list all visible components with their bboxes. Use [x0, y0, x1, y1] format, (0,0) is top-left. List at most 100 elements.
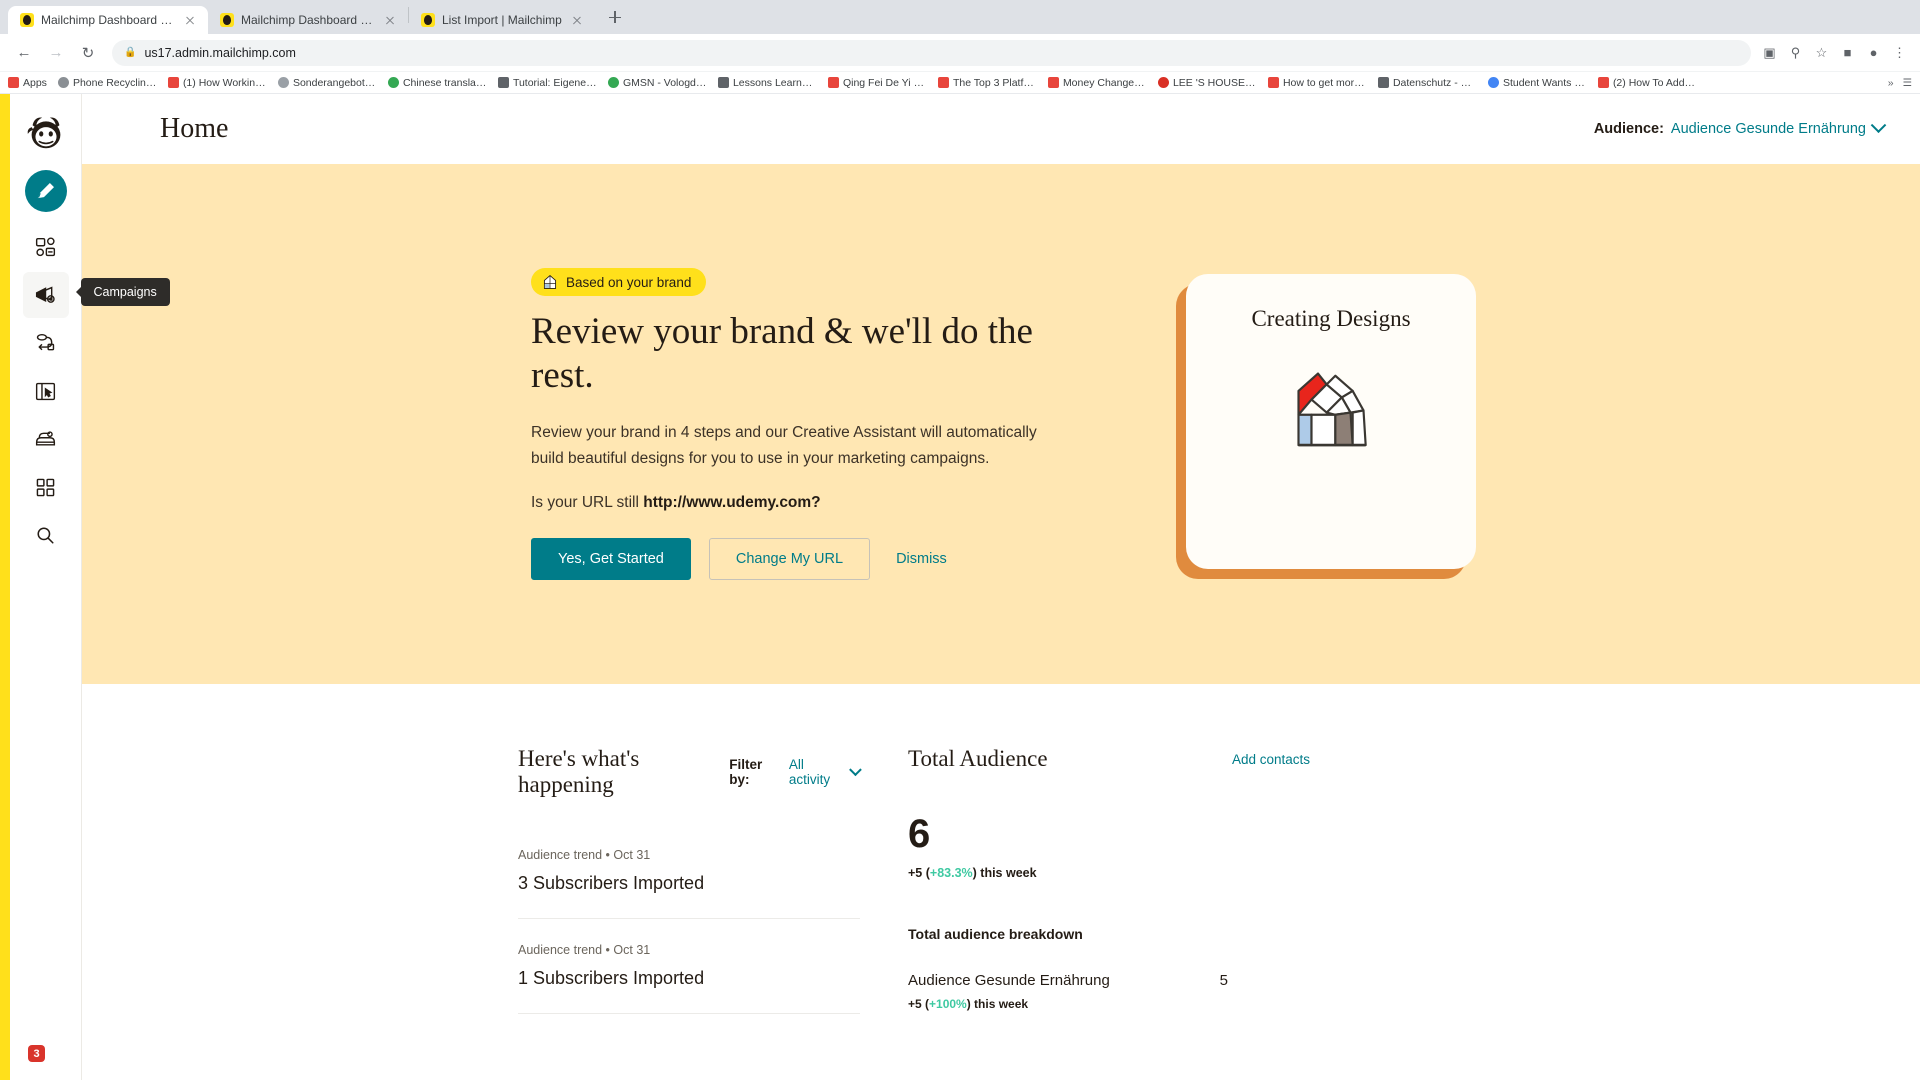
bookmark-item[interactable]: Money Changes E...	[1047, 77, 1147, 89]
notification-badge[interactable]: 3	[28, 1045, 45, 1062]
feed-item[interactable]: Audience trend • Oct 31 3 Subscribers Im…	[518, 848, 860, 919]
close-icon[interactable]	[182, 12, 198, 28]
sidebar-item-campaigns[interactable]: Campaigns	[22, 272, 170, 318]
bookmark-label: The Top 3 Platfor...	[952, 76, 1037, 89]
audience-panel-header: Total Audience Add contacts	[908, 746, 1420, 772]
audience-total-count: 6	[908, 812, 931, 856]
new-tab-button[interactable]	[601, 3, 629, 31]
delta-percent: +100%	[929, 997, 967, 1011]
bookmark-item[interactable]: How to get more v...	[1267, 77, 1367, 89]
favicon-icon	[1377, 77, 1389, 88]
feed-item-text: 3 Subscribers Imported	[518, 873, 705, 893]
youtube-icon	[827, 77, 839, 88]
reload-icon[interactable]: ↻	[74, 39, 102, 67]
bookmark-item[interactable]: (2) How To Add A...	[1597, 77, 1697, 89]
feed-item[interactable]: Audience trend • Oct 31 1 Subscribers Im…	[518, 943, 860, 1014]
forward-icon[interactable]: →	[42, 39, 70, 67]
bookmark-item[interactable]: GMSN - Vologda,...	[607, 77, 707, 89]
banner-text-block: Based on your brand Review your brand & …	[531, 268, 1051, 580]
filter-label: Filter by:	[729, 757, 763, 787]
bookmark-item[interactable]: The Top 3 Platfor...	[937, 76, 1037, 89]
mailchimp-favicon-icon	[421, 13, 435, 27]
brand-review-banner: Based on your brand Review your brand & …	[82, 164, 1920, 684]
apps-grid-icon	[8, 77, 19, 88]
banner-badge-label: Based on your brand	[566, 274, 692, 290]
browser-tab-2[interactable]: Mailchimp Dashboard | Mailc...	[208, 6, 408, 34]
reading-list-icon[interactable]: ☰	[1903, 77, 1912, 89]
close-icon[interactable]	[569, 12, 585, 28]
audience-panel-title: Total Audience	[908, 746, 1048, 771]
greenhouse-illustration	[1297, 372, 1367, 447]
bookmarks-overflow[interactable]: » ☰	[1888, 77, 1912, 89]
sidebar-item-website[interactable]	[23, 368, 69, 414]
bookmark-item[interactable]: LEE 'S HOUSE'--...	[1157, 77, 1257, 89]
address-bar[interactable]: 🔒 us17.admin.mailchimp.com	[112, 39, 1751, 66]
profile-icon[interactable]: ●	[1865, 44, 1882, 61]
url-prefix: Is your URL still	[531, 493, 644, 511]
bookmark-item[interactable]: Tutorial: Eigene Fa...	[497, 77, 597, 89]
browser-tab-3[interactable]: List Import | Mailchimp	[409, 6, 595, 34]
page-scrollbar[interactable]	[1912, 190, 1920, 1080]
browser-tab-1[interactable]: Mailchimp Dashboard | Mailc...	[8, 6, 208, 34]
activity-feed: Here's what's happening Filter by: All a…	[160, 746, 862, 1080]
delta-percent: +83.3%	[929, 866, 973, 880]
favicon-icon	[57, 77, 69, 88]
banner-url-line: Is your URL still http://www.udemy.com?	[531, 494, 1051, 512]
yes-get-started-button[interactable]: Yes, Get Started	[531, 537, 691, 580]
bookmark-item[interactable]: Datenschutz - Re...	[1377, 77, 1477, 89]
creating-designs-card: Creating Designs	[1186, 274, 1476, 569]
sidebar-item-integrations[interactable]	[23, 464, 69, 510]
breakdown-row[interactable]: Audience Gesunde Ernährung 5	[908, 972, 1228, 989]
sidebar-item-search[interactable]	[23, 512, 69, 558]
delta-suffix: ) this week	[966, 997, 1029, 1011]
bookmark-item[interactable]: Sonderangebot! |...	[277, 77, 377, 89]
favicon-icon	[1157, 77, 1169, 88]
add-contacts-link[interactable]: Add contacts	[1232, 752, 1310, 767]
feed-item-meta: Audience trend • Oct 31	[518, 943, 651, 957]
feed-item-text: 1 Subscribers Imported	[518, 968, 705, 988]
zoom-icon[interactable]: ⚲	[1787, 44, 1804, 61]
menu-icon[interactable]: ⋮	[1891, 44, 1908, 61]
mailchimp-logo[interactable]	[23, 108, 69, 154]
cast-icon[interactable]: ▣	[1761, 44, 1778, 61]
bookmark-item[interactable]: (1) How Working a...	[167, 77, 267, 89]
audience-selector[interactable]: Audience: Audience Gesunde Ernährung	[1594, 116, 1887, 137]
dismiss-button[interactable]: Dismiss	[888, 539, 955, 579]
sidebar-item-automations[interactable]	[23, 320, 69, 366]
sidebar-tooltip-campaigns: Campaigns	[80, 278, 170, 306]
filter-value: All activity	[788, 757, 831, 787]
feed-header: Here's what's happening Filter by: All a…	[518, 746, 862, 798]
star-icon[interactable]: ☆	[1813, 44, 1830, 61]
youtube-icon	[1047, 77, 1059, 88]
total-audience-panel: Total Audience Add contacts 6 +5 (+83.3%…	[860, 746, 1420, 1080]
favicon-icon	[1487, 77, 1499, 88]
sidebar-item-audience[interactable]	[23, 224, 69, 270]
youtube-icon	[1597, 77, 1609, 88]
dashboard-lower: Here's what's happening Filter by: All a…	[82, 684, 1920, 1080]
close-icon[interactable]	[382, 12, 398, 28]
change-my-url-button[interactable]: Change My URL	[708, 537, 871, 580]
filter-dropdown[interactable]: Filter by: All activity	[729, 757, 862, 787]
page-title: Home	[160, 113, 229, 144]
bookmark-label: Chinese translatio...	[402, 76, 487, 89]
brand-accent-bar	[0, 94, 10, 1080]
mailchimp-favicon-icon	[220, 13, 234, 27]
bookmark-item[interactable]: Lessons Learned f...	[717, 77, 817, 89]
bookmark-apps[interactable]: Apps	[8, 77, 47, 89]
bookmark-item[interactable]: Qing Fei De Yi - Y...	[827, 77, 927, 89]
bookmark-item[interactable]: Student Wants an...	[1487, 77, 1587, 89]
breakdown-title: Total audience breakdown	[908, 926, 1083, 942]
bookmark-item[interactable]: Chinese translatio...	[387, 76, 487, 89]
mailchimp-favicon-icon	[20, 13, 34, 27]
create-button[interactable]	[24, 170, 67, 212]
delta-prefix: +5 (	[908, 866, 930, 880]
card-title: Creating Designs	[1251, 306, 1411, 331]
sidebar-item-content-studio[interactable]	[23, 416, 69, 462]
banner-actions: Yes, Get Started Change My URL Dismiss	[531, 537, 1051, 580]
favicon-icon	[607, 77, 619, 88]
bookmark-item[interactable]: Phone Recycling...	[57, 77, 157, 89]
chevron-down-icon[interactable]	[1870, 116, 1887, 133]
back-icon[interactable]: ←	[10, 39, 38, 67]
extension-icon[interactable]: ■	[1839, 44, 1856, 61]
chevron-right-icon[interactable]: »	[1888, 77, 1894, 89]
